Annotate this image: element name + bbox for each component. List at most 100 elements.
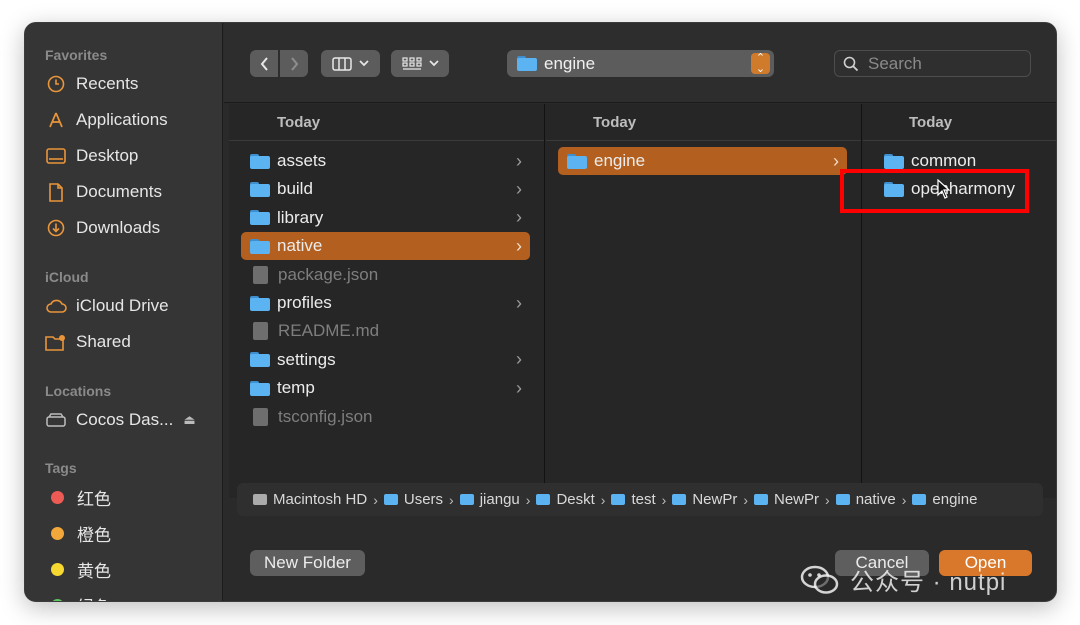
mouse-cursor-icon (937, 179, 951, 199)
sidebar-item-documents[interactable]: Documents (45, 177, 162, 207)
sidebar-item-label: 黄色 (77, 561, 111, 581)
path-segment-label: NewPr (774, 491, 820, 508)
folder-row[interactable]: native › (241, 232, 530, 261)
path-segment[interactable]: jiangu (459, 491, 520, 508)
chevron-right-icon: › (833, 150, 839, 171)
new-folder-button[interactable]: New Folder (250, 550, 365, 576)
chevron-left-icon (260, 56, 268, 71)
folder-row[interactable]: engine › (558, 147, 847, 175)
sidebar-item-desktop[interactable]: Desktop (45, 141, 138, 171)
file-row[interactable]: tsconfig.json (241, 403, 530, 431)
sidebar-item-label: Desktop (76, 146, 139, 165)
chevron-right-icon: › (516, 349, 522, 370)
sidebar-item-cocos-dashboard[interactable]: Cocos Das... ⏏ (45, 405, 196, 435)
chevron-down-icon (428, 60, 439, 67)
forward-button[interactable] (280, 50, 308, 77)
sidebar-item-downloads[interactable]: Downloads (45, 213, 160, 243)
item-name: common (911, 151, 977, 170)
path-segment[interactable]: engine (912, 491, 977, 508)
path-segment-label: Users (403, 491, 444, 508)
file-row[interactable]: package.json (241, 261, 530, 289)
tag-dot-icon (51, 490, 64, 504)
chevron-right-icon: › (516, 178, 522, 199)
folder-icon (250, 295, 270, 311)
sidebar-item-label: Documents (76, 182, 162, 201)
sidebar-tag-yellow[interactable]: 黄色 (45, 554, 111, 584)
item-name: assets (277, 151, 327, 170)
file-row[interactable]: README.md (241, 317, 530, 345)
folder-row[interactable]: temp › (241, 374, 530, 402)
back-button[interactable] (250, 50, 278, 77)
sidebar-section-favorites: Favorites (45, 47, 108, 63)
folder-icon (459, 494, 474, 505)
file-icon (253, 322, 268, 341)
location-popup[interactable]: engine ⌃ ⌄ (507, 50, 774, 77)
group-button[interactable] (391, 50, 449, 77)
path-segment-label: native (855, 491, 896, 508)
path-separator-icon: › (825, 491, 830, 508)
tag-dot-icon (51, 526, 64, 540)
item-name: profiles (277, 293, 332, 312)
path-segment[interactable]: Users (383, 491, 444, 508)
sidebar-item-icloud-drive[interactable]: iCloud Drive (45, 291, 169, 321)
path-segment[interactable]: Deskt (536, 491, 595, 508)
column-3: Today common openharmony (863, 104, 1056, 498)
chevron-right-icon: › (516, 292, 522, 313)
chevron-right-icon: › (516, 377, 522, 398)
path-segment[interactable]: test (611, 491, 656, 508)
search-field[interactable]: Search (834, 50, 1031, 77)
path-segment-label: jiangu (479, 491, 520, 508)
folder-icon (517, 56, 537, 71)
folder-icon (383, 494, 398, 505)
shared-folder-icon (45, 332, 67, 352)
path-segment[interactable]: NewPr (754, 491, 819, 508)
column-header: Today (546, 104, 861, 141)
sidebar-item-applications[interactable]: Applications (45, 105, 168, 135)
folder-icon (250, 380, 270, 396)
folder-icon (754, 494, 768, 505)
item-name: build (277, 179, 313, 199)
download-icon (45, 218, 67, 238)
item-name: native (277, 236, 323, 256)
column-browser: Today assets › build › library › native › packag… (229, 104, 1056, 498)
view-mode-button[interactable] (321, 50, 380, 77)
folder-icon (250, 238, 270, 254)
path-separator-icon: › (901, 491, 907, 508)
watermark-text: 公众号 · nutpi (850, 569, 1007, 596)
folder-row[interactable]: assets › (241, 147, 530, 175)
sidebar-item-label: Applications (76, 110, 168, 129)
folder-row[interactable]: profiles › (241, 289, 530, 317)
item-name: engine (594, 151, 646, 170)
sidebar-tag-orange[interactable]: 橙色 (45, 518, 111, 548)
sidebar-item-shared[interactable]: Shared (45, 327, 131, 357)
item-name: library (277, 207, 324, 227)
sidebar-item-label: Cocos Das... (76, 410, 174, 429)
path-separator-icon: › (743, 491, 748, 508)
folder-row[interactable]: build › (241, 175, 530, 203)
sidebar-tag-red[interactable]: 红色 (45, 482, 111, 512)
folder-icon (912, 494, 927, 505)
column-header: Today (863, 104, 1056, 141)
path-separator-icon: › (525, 491, 531, 508)
file-icon (253, 407, 268, 426)
sidebar-item-label: 橙色 (77, 525, 111, 545)
path-segment[interactable]: Macintosh HD (253, 491, 367, 508)
folder-icon (567, 153, 587, 169)
path-bar: Macintosh HD › Users › jiangu › Deskt › test › New… (237, 483, 1043, 516)
cloud-icon (45, 296, 67, 316)
folder-row[interactable]: settings › (241, 346, 530, 374)
column-header: Today (229, 104, 544, 141)
sidebar-tag-green[interactable]: 绿色 (45, 590, 111, 601)
chevron-right-icon (290, 56, 298, 71)
column-2: Today engine › (546, 104, 862, 498)
item-name: package.json (278, 264, 379, 284)
search-icon (843, 56, 859, 71)
columns-view-icon (332, 56, 352, 71)
sidebar-item-recents[interactable]: Recents (45, 69, 138, 99)
path-segment[interactable]: native (835, 491, 896, 508)
folder-icon (536, 494, 551, 505)
eject-icon[interactable]: ⏏ (183, 412, 195, 428)
folder-row[interactable]: library › (241, 204, 530, 232)
path-segment[interactable]: NewPr (672, 491, 737, 508)
folder-icon (835, 494, 850, 505)
